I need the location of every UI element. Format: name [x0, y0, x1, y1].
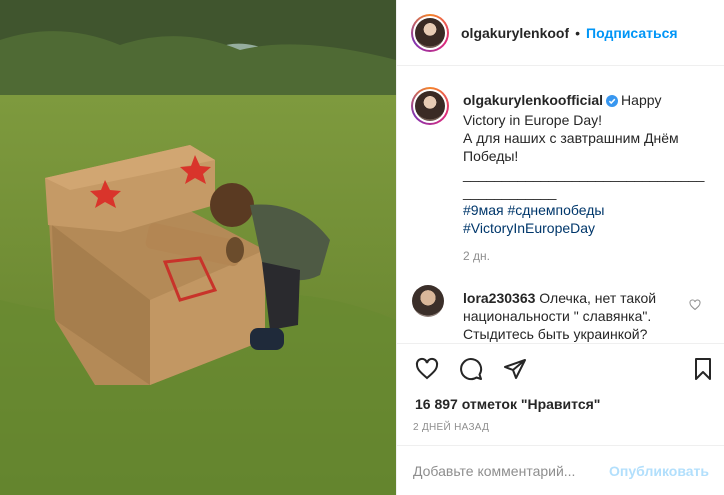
- comment-input[interactable]: [413, 462, 610, 479]
- caption-hashtags-1[interactable]: #9мая #сднемпобеды: [463, 201, 709, 219]
- verified-badge-icon: [606, 93, 619, 111]
- comment-like-icon[interactable]: [689, 298, 701, 316]
- caption-line-1: Happy: [621, 92, 662, 108]
- comment-icon[interactable]: [459, 357, 483, 381]
- separator-dot: •: [575, 24, 581, 41]
- heart-icon[interactable]: [415, 357, 439, 381]
- follow-button[interactable]: Подписаться: [586, 25, 678, 41]
- action-bar: [397, 343, 724, 395]
- post-side-panel: olgakurylenkoof • Подписаться olgakuryle…: [396, 0, 724, 495]
- caption-username[interactable]: olgakurylenkoofficial: [463, 92, 603, 108]
- caption-hashtags-2[interactable]: #VictoryInEuropeDay: [463, 219, 709, 237]
- caption-line-2: Victory in Europe Day!: [463, 112, 603, 128]
- likes-count[interactable]: 16 897 отметок "Нравится": [415, 396, 600, 412]
- comments-section[interactable]: olgakurylenkoofficial Happy Victory in Eu…: [397, 67, 724, 343]
- bookmark-icon[interactable]: [691, 357, 715, 381]
- post-date[interactable]: 2 дней назад: [413, 422, 489, 433]
- caption-line-3: А для наших с завтрашним Днём: [463, 130, 679, 146]
- comment-item: lora230363 Олечка, нет такой национально…: [463, 289, 685, 343]
- share-icon[interactable]: [503, 357, 527, 381]
- add-comment-bar: Опубликовать: [397, 445, 724, 495]
- author-username[interactable]: olgakurylenkoof: [461, 25, 569, 41]
- publish-button[interactable]: Опубликовать: [609, 463, 709, 479]
- caption-time[interactable]: 2 дн.: [463, 249, 490, 263]
- post-photo[interactable]: [0, 0, 396, 495]
- commenter-avatar[interactable]: [412, 285, 444, 317]
- caption-separator: ________________________________________…: [463, 166, 705, 200]
- comment-username[interactable]: lora230363: [463, 290, 535, 306]
- caption-line-4: Победы!: [463, 148, 519, 164]
- cardboard-tank-photo: [0, 0, 396, 495]
- caption-avatar[interactable]: [411, 87, 449, 125]
- author-avatar[interactable]: [411, 13, 449, 52]
- post-caption: olgakurylenkoofficial Happy Victory in Eu…: [463, 91, 709, 237]
- post-header: olgakurylenkoof • Подписаться: [397, 0, 724, 66]
